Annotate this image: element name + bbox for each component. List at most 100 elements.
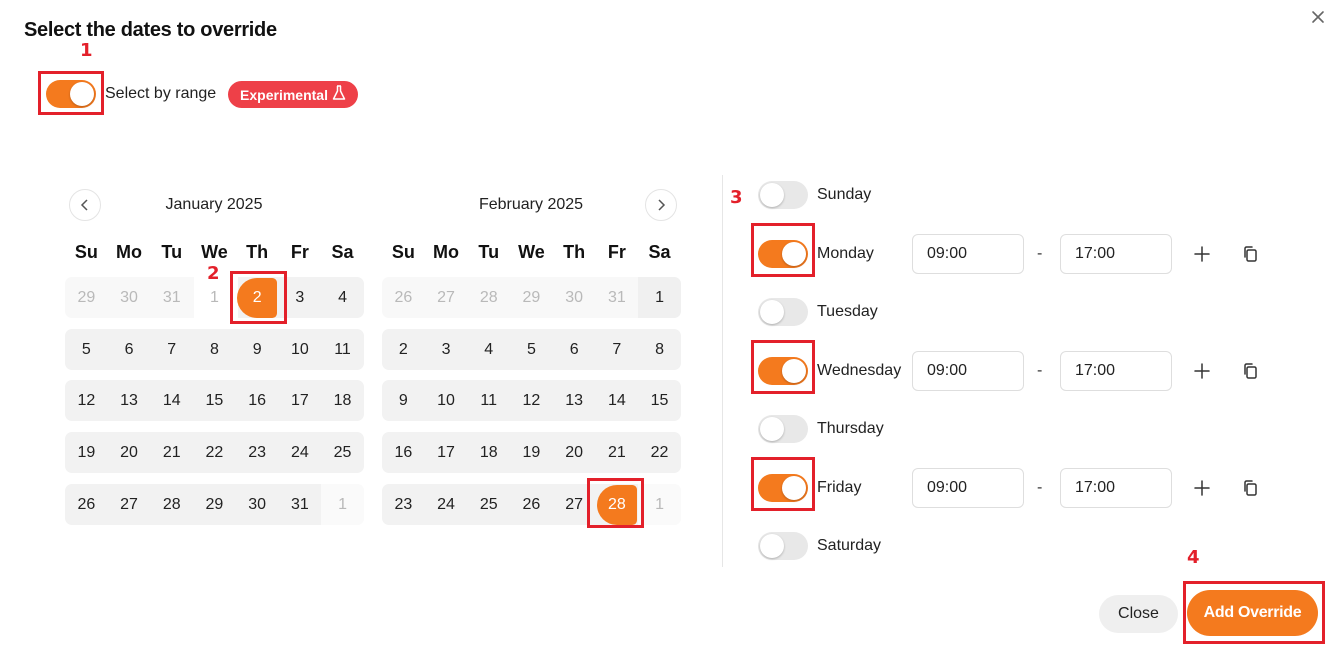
calendar-day[interactable]: 25 xyxy=(321,432,364,473)
calendar-day[interactable]: 17 xyxy=(425,432,468,473)
calendar-day[interactable]: 11 xyxy=(467,380,510,421)
calendar-day[interactable]: 23 xyxy=(236,432,279,473)
copy-times-icon[interactable] xyxy=(1242,362,1258,385)
day-label: Thursday xyxy=(817,420,884,437)
calendar-day[interactable]: 16 xyxy=(236,380,279,421)
chevron-right-icon xyxy=(658,199,666,211)
copy-times-icon[interactable] xyxy=(1242,479,1258,502)
day-toggle-tuesday[interactable] xyxy=(758,298,808,326)
calendar-day[interactable]: 6 xyxy=(108,329,151,370)
calendar-day[interactable]: 30 xyxy=(553,277,596,318)
end-time-input[interactable]: 17:00 xyxy=(1060,351,1172,391)
calendar-day[interactable]: 20 xyxy=(108,432,151,473)
calendar-day[interactable]: 8 xyxy=(193,329,236,370)
start-time-input[interactable]: 09:00 xyxy=(912,234,1024,274)
calendar-day[interactable]: 24 xyxy=(425,484,468,525)
add-time-slot-icon[interactable] xyxy=(1194,246,1210,267)
calendar-day[interactable]: 4 xyxy=(467,329,510,370)
annotation-3: 3 xyxy=(730,187,743,208)
calendar-day[interactable]: 6 xyxy=(553,329,596,370)
calendar-day[interactable]: 21 xyxy=(150,432,193,473)
next-month-button[interactable] xyxy=(645,189,677,221)
close-button[interactable]: Close xyxy=(1099,595,1178,633)
calendar-day[interactable]: 4 xyxy=(321,277,364,318)
calendar-day[interactable]: 30 xyxy=(236,484,279,525)
copy-times-icon[interactable] xyxy=(1242,245,1258,268)
calendar-day[interactable]: 29 xyxy=(65,277,108,318)
calendar-day[interactable]: 16 xyxy=(382,432,425,473)
calendar-day[interactable]: 18 xyxy=(321,380,364,421)
add-time-slot-icon[interactable] xyxy=(1194,363,1210,384)
calendar-day[interactable]: 8 xyxy=(638,329,681,370)
calendar-day[interactable]: 3 xyxy=(425,329,468,370)
calendar-day[interactable]: 29 xyxy=(510,277,553,318)
calendar-day[interactable]: 7 xyxy=(596,329,639,370)
calendar-day[interactable]: 13 xyxy=(553,380,596,421)
calendar-day[interactable]: 23 xyxy=(382,484,425,525)
calendar-day[interactable]: 7 xyxy=(150,329,193,370)
highlight-box xyxy=(587,478,644,528)
calendar-day[interactable]: 14 xyxy=(596,380,639,421)
end-time-input[interactable]: 17:00 xyxy=(1060,468,1172,508)
calendar-day[interactable]: 22 xyxy=(193,432,236,473)
calendar-day[interactable]: 1 xyxy=(321,484,364,525)
calendar-day[interactable]: 15 xyxy=(638,380,681,421)
calendar-day[interactable]: 19 xyxy=(510,432,553,473)
calendar-day[interactable]: 21 xyxy=(596,432,639,473)
start-time-input[interactable]: 09:00 xyxy=(912,468,1024,508)
calendar-day[interactable]: 15 xyxy=(193,380,236,421)
calendar-day[interactable]: 26 xyxy=(65,484,108,525)
calendar-day[interactable]: 10 xyxy=(279,329,322,370)
calendar-day[interactable]: 31 xyxy=(279,484,322,525)
calendar-day[interactable]: 9 xyxy=(382,380,425,421)
calendar-day[interactable]: 25 xyxy=(467,484,510,525)
calendar-day[interactable]: 28 xyxy=(467,277,510,318)
calendar-day[interactable]: 12 xyxy=(510,380,553,421)
day-toggle-sunday[interactable] xyxy=(758,181,808,209)
calendar-day[interactable]: 1 xyxy=(638,484,681,525)
calendar-day[interactable]: 1 xyxy=(638,277,681,318)
calendar-day[interactable]: 31 xyxy=(596,277,639,318)
prev-month-button[interactable] xyxy=(69,189,101,221)
calendar-day[interactable]: 28 xyxy=(150,484,193,525)
weekday-header: Tu xyxy=(478,242,500,262)
calendar-day[interactable]: 26 xyxy=(510,484,553,525)
calendar-day[interactable]: 27 xyxy=(108,484,151,525)
calendar-day[interactable]: 14 xyxy=(150,380,193,421)
calendar-day[interactable]: 17 xyxy=(279,380,322,421)
calendar-day[interactable]: 13 xyxy=(108,380,151,421)
calendar-day[interactable]: 5 xyxy=(65,329,108,370)
calendar-day[interactable]: 19 xyxy=(65,432,108,473)
calendar-day[interactable]: 30 xyxy=(108,277,151,318)
add-time-slot-icon[interactable] xyxy=(1194,480,1210,501)
select-by-range-toggle[interactable] xyxy=(46,80,96,108)
calendar-day[interactable]: 11 xyxy=(321,329,364,370)
start-time-input[interactable]: 09:00 xyxy=(912,351,1024,391)
calendar-day[interactable]: 18 xyxy=(467,432,510,473)
calendar-day[interactable]: 26 xyxy=(382,277,425,318)
end-time-input[interactable]: 17:00 xyxy=(1060,234,1172,274)
calendar-day[interactable]: 5 xyxy=(510,329,553,370)
calendar-day[interactable]: 2 xyxy=(382,329,425,370)
panel-divider xyxy=(722,175,723,567)
calendar-day[interactable]: 9 xyxy=(236,329,279,370)
calendar-day[interactable]: 20 xyxy=(553,432,596,473)
calendar-day[interactable]: 22 xyxy=(638,432,681,473)
weekday-header: Th xyxy=(246,242,269,262)
close-icon[interactable] xyxy=(1309,10,1327,28)
calendar-day[interactable]: 10 xyxy=(425,380,468,421)
day-toggle-thursday[interactable] xyxy=(758,415,808,443)
weekday-header: Tu xyxy=(161,242,183,262)
weekday-header: Th xyxy=(563,242,586,262)
calendar-day[interactable]: 29 xyxy=(193,484,236,525)
annotation-2: 2 xyxy=(207,263,220,284)
day-toggle-saturday[interactable] xyxy=(758,532,808,560)
dialog-title: Select the dates to override xyxy=(24,19,277,41)
add-override-button[interactable]: Add Override xyxy=(1187,590,1318,636)
calendar-day[interactable]: 31 xyxy=(150,277,193,318)
highlight-box xyxy=(230,271,287,324)
calendar-day[interactable]: 12 xyxy=(65,380,108,421)
calendar-day[interactable]: 27 xyxy=(425,277,468,318)
calendar-day[interactable]: 24 xyxy=(279,432,322,473)
highlight-box xyxy=(751,223,815,277)
